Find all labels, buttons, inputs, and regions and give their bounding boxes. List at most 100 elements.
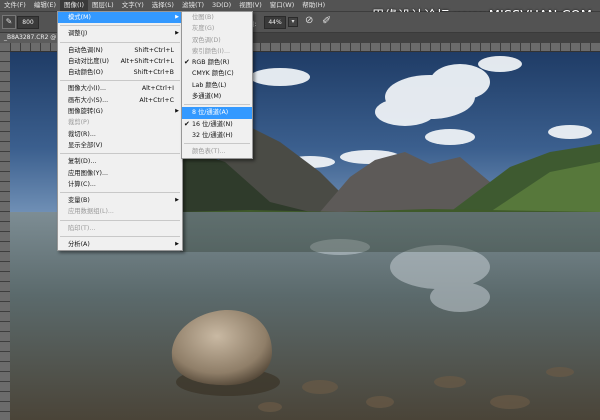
menu-row-label: 自动色调(N) (68, 46, 103, 54)
menu-row-label: 双色调(D) (192, 36, 221, 44)
menu-row[interactable]: 分析(A) ▶ (58, 239, 182, 250)
menu-row: 裁剪(P) (58, 117, 182, 128)
menu-item[interactable]: 选择(S) (148, 0, 178, 11)
menu-row[interactable]: 32 位/通道(H) (182, 130, 252, 141)
menu-separator (184, 104, 250, 106)
menu-row: 灰度(G) (182, 23, 252, 34)
flow-dropdown-icon[interactable]: ▾ (288, 17, 298, 27)
menu-separator (60, 219, 180, 221)
menu-row-label: 陷印(T)... (68, 224, 96, 232)
menu-row[interactable]: 多通道(M) (182, 91, 252, 102)
menu-item[interactable]: 文件(F) (0, 0, 30, 11)
menu-row-label: 位图(B) (192, 14, 214, 21)
menu-row: 应用数据组(L)... (58, 206, 182, 217)
menu-row-label: 8 位/通道(A) (192, 109, 229, 117)
menu-separator (60, 41, 180, 43)
checkmark-icon: ✔ (184, 58, 190, 67)
menu-row-label: 自动对比度(U) (68, 57, 110, 65)
airbrush-icon[interactable]: ⊘ (305, 15, 313, 26)
menu-item[interactable]: 帮助(H) (298, 0, 329, 11)
menu-row[interactable]: 自动颜色(O) Shift+Ctrl+B (58, 67, 182, 78)
menu-row-label: 画布大小(S)... (68, 96, 109, 104)
menu-row[interactable]: ✔ RGB 颜色(R) (182, 57, 252, 68)
menu-separator (60, 80, 180, 82)
image-menu: 模式(M) ▶ 调整(J) ▶ 自动色调(N) Shift+Ctrl+L 自动对比度(U) A… (57, 11, 183, 252)
menu-item[interactable]: 图层(L) (88, 0, 118, 11)
checkmark-icon: ✔ (184, 119, 190, 128)
menu-row-label: 图像大小(I)... (68, 85, 106, 93)
brush-size-field[interactable]: 800 (17, 16, 39, 29)
menu-row-shortcut: Shift+Ctrl+B (133, 69, 174, 77)
menu-row[interactable]: 图像旋转(G) ▶ (58, 106, 182, 117)
menu-row-label: 裁切(R)... (68, 130, 96, 138)
ruler-corner (0, 43, 10, 51)
menu-row-label: 颜色表(T)... (192, 148, 226, 156)
menu-row[interactable]: CMYK 颜色(C) (182, 68, 252, 79)
menu-row-label: 多通道(M) (192, 93, 222, 101)
menu-row-label: 变量(B) (68, 197, 90, 205)
submenu-arrow-icon: ▶ (175, 197, 179, 204)
menu-row-label: 应用数据组(L)... (68, 208, 114, 216)
menu-row-label: 复制(D)... (68, 158, 97, 166)
menu-row-label: 图像旋转(G) (68, 108, 103, 116)
menu-item[interactable]: 图像(I) (60, 0, 88, 11)
menu-separator (60, 192, 180, 194)
document-tab[interactable]: _B8A3287.CR2 @ (0, 33, 61, 43)
menu-row[interactable]: 自动对比度(U) Alt+Shift+Ctrl+L (58, 56, 182, 67)
menu-row[interactable]: 应用图像(Y)... (58, 168, 182, 179)
menu-row-label: 分析(A) (68, 241, 90, 249)
submenu-arrow-icon: ▶ (175, 30, 179, 37)
menu-row[interactable]: 模式(M) ▶ (58, 12, 182, 24)
menu-row-label: 显示全部(V) (68, 141, 103, 149)
menu-row-label: 计算(C)... (68, 180, 96, 188)
menu-row-label: RGB 颜色(R) (192, 59, 230, 67)
menu-separator (60, 236, 180, 238)
menu-item[interactable]: 3D(D) (208, 0, 235, 11)
menu-row[interactable]: 复制(D)... (58, 156, 182, 167)
menu-row-label: 应用图像(Y)... (68, 169, 108, 177)
menu-item[interactable]: 视图(V) (235, 0, 266, 11)
menu-row: 颜色表(T)... (182, 146, 252, 157)
menu-item[interactable]: 文字(Y) (118, 0, 148, 11)
menu-row: 陷印(T)... (58, 223, 182, 234)
menu-row-shortcut: Alt+Ctrl+C (139, 96, 174, 104)
menu-separator (60, 25, 180, 27)
menu-separator (184, 143, 250, 145)
menu-separator (60, 153, 180, 155)
submenu-arrow-icon: ▶ (175, 108, 179, 115)
brush-tool-icon[interactable]: ✎ (2, 15, 16, 29)
menu-row[interactable]: 调整(J) ▶ (58, 28, 182, 39)
menu-row[interactable]: 自动色调(N) Shift+Ctrl+L (58, 45, 182, 56)
menu-item[interactable]: 窗口(W) (266, 0, 299, 11)
menu-row[interactable]: Lab 颜色(L) (182, 80, 252, 91)
menu-item[interactable]: 编辑(E) (30, 0, 60, 11)
menu-row-shortcut: Alt+Shift+Ctrl+L (120, 57, 174, 65)
menu-row-label: CMYK 颜色(C) (192, 70, 234, 78)
menu-row-label: 16 位/通道(N) (192, 120, 233, 128)
menu-row: 索引颜色(I)... (182, 46, 252, 57)
menu-item[interactable]: 滤镜(T) (178, 0, 208, 11)
menu-row-label: 裁剪(P) (68, 119, 90, 127)
menu-row[interactable]: 计算(C)... (58, 179, 182, 190)
mode-submenu: 位图(B) 灰度(G) 双色调(D) 索引颜色(I)... ✔ RGB 颜色(R) CMYK… (181, 11, 253, 159)
menu-row[interactable]: 裁切(R)... (58, 129, 182, 140)
pressure-icon[interactable]: ✐ (322, 14, 331, 27)
menu-row-shortcut: Shift+Ctrl+L (134, 46, 174, 54)
menu-row[interactable]: 画布大小(S)... Alt+Ctrl+C (58, 95, 182, 106)
menu-row-label: Lab 颜色(L) (192, 81, 227, 89)
menu-row-label: 灰度(G) (192, 25, 215, 33)
menu-row[interactable]: 变量(B) ▶ (58, 195, 182, 206)
menu-row-shortcut: Alt+Ctrl+I (141, 85, 174, 93)
menu-row[interactable]: 显示全部(V) (58, 140, 182, 151)
submenu-arrow-icon: ▶ (175, 14, 179, 20)
menu-row-label: 调整(J) (68, 30, 88, 38)
menu-row-label: 自动颜色(O) (68, 69, 104, 77)
flow-input[interactable]: 44% (264, 16, 286, 29)
submenu-arrow-icon: ▶ (175, 241, 179, 248)
menu-row[interactable]: 8 位/通道(A) (182, 107, 252, 119)
menu-row: 双色调(D) (182, 35, 252, 46)
menu-row[interactable]: 图像大小(I)... Alt+Ctrl+I (58, 83, 182, 94)
menu-row-label: 模式(M) (68, 14, 91, 21)
menu-row[interactable]: ✔ 16 位/通道(N) (182, 119, 252, 130)
menu-row: 位图(B) (182, 12, 252, 23)
